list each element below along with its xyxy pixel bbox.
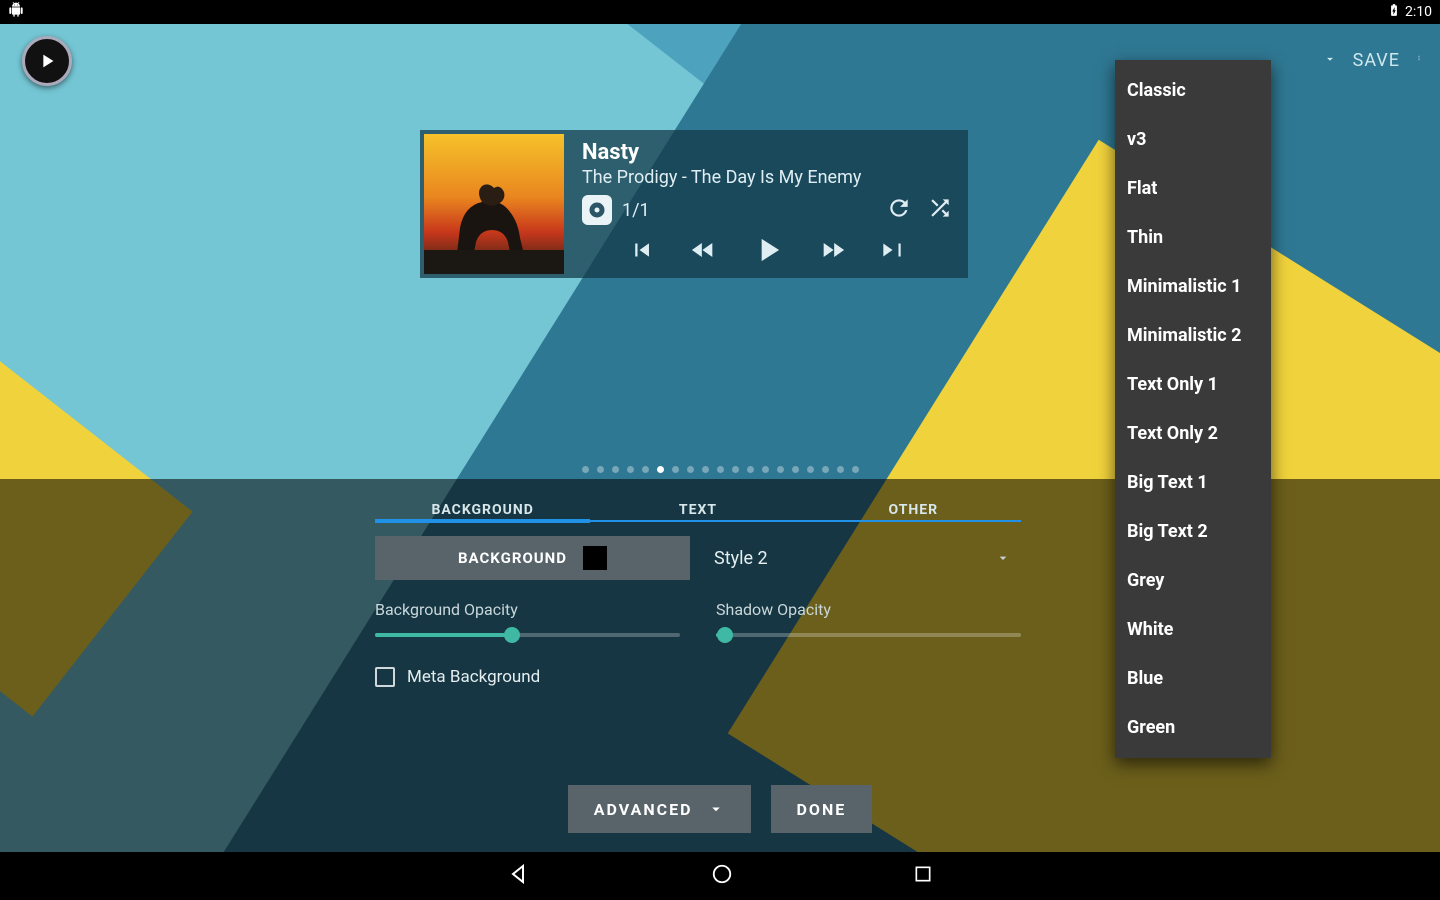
chevron-down-icon [707, 800, 725, 818]
battery-charging-icon [1387, 2, 1401, 22]
style-selected-text: Style 2 [714, 548, 768, 569]
preset-item[interactable]: Minimalistic 2 [1115, 311, 1271, 360]
background-color-button[interactable]: BACKGROUND [375, 536, 690, 580]
background-swatch [583, 546, 607, 570]
bg-opacity-slider[interactable]: Background Opacity [375, 600, 680, 637]
bg-opacity-label: Background Opacity [375, 600, 680, 619]
background-button-label: BACKGROUND [458, 549, 567, 567]
preset-item[interactable]: Classic [1115, 66, 1271, 115]
preset-dropdown-chevron-icon[interactable] [1323, 50, 1337, 71]
forward-icon[interactable] [817, 236, 849, 268]
skip-end-icon[interactable] [879, 237, 905, 267]
shadow-opacity-slider[interactable]: Shadow Opacity [716, 600, 1021, 637]
meta-background-checkbox[interactable]: Meta Background [375, 667, 1021, 687]
style-dropdown[interactable]: Style 2 [704, 536, 1021, 580]
settings-panel: BACKGROUND Style 2 Background Opacity Sh… [375, 536, 1021, 687]
android-status-bar: 2:10 [0, 0, 1440, 24]
android-icon [8, 2, 24, 22]
nav-back-icon[interactable] [507, 862, 531, 890]
skip-start-icon[interactable] [631, 237, 657, 267]
track-title: Nasty [582, 140, 954, 165]
repeat-icon[interactable] [886, 195, 912, 225]
preset-item[interactable]: Big Text 1 [1115, 458, 1271, 507]
play-icon[interactable] [749, 231, 787, 273]
rewind-icon[interactable] [687, 236, 719, 268]
tab-underline [375, 520, 1021, 522]
album-art [424, 134, 564, 274]
nav-home-icon[interactable] [711, 863, 733, 889]
preset-item[interactable]: Green [1115, 703, 1271, 752]
save-button[interactable]: SAVE [1353, 50, 1400, 71]
preset-item[interactable]: Flat [1115, 164, 1271, 213]
done-label: DONE [797, 800, 847, 819]
done-button[interactable]: DONE [771, 785, 873, 833]
meta-background-label: Meta Background [407, 667, 540, 687]
preset-item[interactable]: Big Text 2 [1115, 507, 1271, 556]
play-icon [36, 50, 58, 72]
track-subtitle: The Prodigy - The Day Is My Enemy [582, 167, 954, 188]
advanced-button[interactable]: ADVANCED [568, 785, 751, 833]
tab-text[interactable]: TEXT [590, 492, 805, 528]
preset-item[interactable]: Grey [1115, 556, 1271, 605]
preset-item[interactable]: Text Only 1 [1115, 360, 1271, 409]
queue-icon[interactable] [582, 195, 612, 225]
shadow-opacity-label: Shadow Opacity [716, 600, 1021, 619]
overflow-menu-icon[interactable] [1416, 48, 1422, 73]
play-fab[interactable] [22, 36, 72, 86]
preset-item[interactable]: Blue [1115, 654, 1271, 703]
chevron-down-icon [995, 550, 1011, 566]
preset-popup: Classicv3FlatThinMinimalistic 1Minimalis… [1115, 60, 1271, 758]
checkbox-box [375, 667, 395, 687]
android-nav-bar [0, 852, 1440, 900]
tab-other[interactable]: OTHER [806, 492, 1021, 528]
queue-counter: 1/1 [622, 200, 650, 221]
preset-item[interactable]: Text Only 2 [1115, 409, 1271, 458]
widget-preview: Nasty The Prodigy - The Day Is My Enemy … [420, 130, 968, 278]
clock-text: 2:10 [1405, 4, 1432, 20]
preset-item[interactable]: v3 [1115, 115, 1271, 164]
preset-item[interactable]: White [1115, 605, 1271, 654]
nav-recent-icon[interactable] [913, 864, 933, 888]
advanced-label: ADVANCED [594, 800, 693, 819]
shuffle-icon[interactable] [926, 195, 954, 225]
preset-item[interactable]: Thin [1115, 213, 1271, 262]
preset-item[interactable]: Minimalistic 1 [1115, 262, 1271, 311]
